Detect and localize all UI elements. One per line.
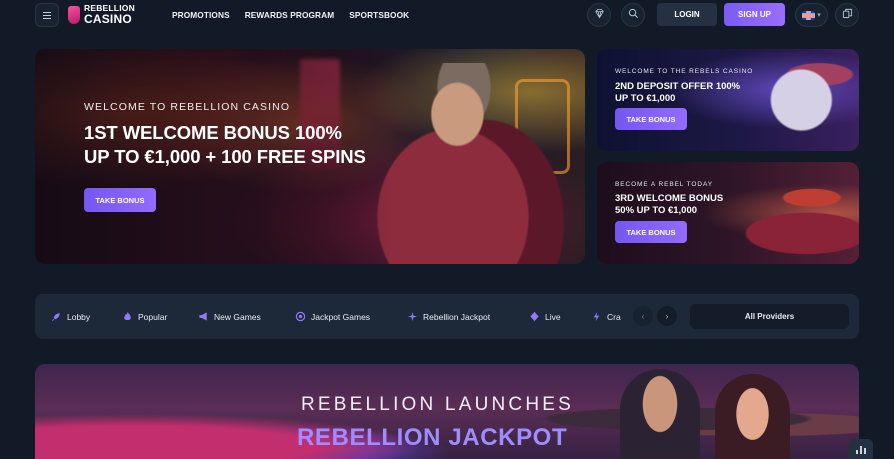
- category-live[interactable]: Live: [529, 311, 561, 322]
- jackpot-icon: [295, 311, 306, 322]
- logo[interactable]: REBELLION CASINO: [68, 4, 135, 25]
- category-jackpot-games[interactable]: Jackpot Games: [295, 311, 370, 322]
- stats-button[interactable]: [849, 439, 873, 459]
- gem-icon: [594, 8, 605, 22]
- all-providers-button[interactable]: All Providers: [690, 304, 849, 329]
- sparkle-icon: [407, 311, 418, 322]
- hero-banner[interactable]: WELCOME TO REBELLION CASINO 1ST WELCOME …: [35, 49, 585, 264]
- category-label: Cra: [607, 311, 621, 322]
- banner-title-line2: REBELLION JACKPOT: [297, 424, 568, 451]
- promo-eyebrow: BECOME A REBEL TODAY: [615, 181, 713, 188]
- nav-rewards-program[interactable]: REWARDS PROGRAM: [245, 10, 335, 20]
- promo-title-line2: 50% UP TO €1,000: [615, 204, 698, 216]
- category-label: New Games: [214, 311, 261, 322]
- menu-button[interactable]: [35, 3, 59, 27]
- category-label: Popular: [138, 311, 168, 322]
- chevron-down-icon: ▾: [817, 12, 821, 19]
- promo-title-line2: UP TO €1,000: [615, 92, 676, 104]
- hero-take-bonus-button[interactable]: TAKE BONUS: [84, 188, 156, 212]
- banner-title-line1: REBELLION LAUNCHES: [301, 394, 575, 415]
- promo-title-line1: 2ND DEPOSIT OFFER 100%: [615, 81, 741, 92]
- chevron-left-icon: ‹: [641, 311, 645, 321]
- search-icon: [628, 8, 639, 22]
- copy-icon: [842, 8, 853, 22]
- search-button[interactable]: [621, 3, 645, 27]
- hero-headline: 1ST WELCOME BONUS 100% UP TO €1,000 + 10…: [84, 121, 366, 169]
- menu-icon: [43, 14, 51, 16]
- signup-button[interactable]: SIGN UP: [724, 3, 785, 26]
- category-label: Lobby: [67, 311, 91, 322]
- category-crash[interactable]: Cra: [591, 311, 621, 322]
- promo-take-bonus-button[interactable]: TAKE BONUS: [615, 108, 687, 130]
- logo-mark-icon: [68, 5, 80, 24]
- category-label: Rebellion Jackpot: [423, 311, 491, 322]
- nav-sportsbook[interactable]: SPORTSBOOK: [349, 10, 409, 20]
- banner-woman-image: [715, 374, 790, 459]
- main-nav: PROMOTIONS REWARDS PROGRAM SPORTSBOOK: [172, 10, 409, 20]
- promo-take-bonus-button[interactable]: TAKE BONUS: [615, 221, 687, 243]
- flame-icon: [122, 311, 133, 322]
- live-icon: [529, 311, 540, 322]
- category-popular[interactable]: Popular: [122, 311, 167, 322]
- category-bar: Lobby Popular New Games Jackpot Games Re…: [35, 294, 859, 339]
- category-label: Jackpot Games: [311, 311, 371, 322]
- scroll-left-button[interactable]: ‹: [633, 306, 653, 326]
- chevron-right-icon: ›: [665, 311, 669, 321]
- category-new-games[interactable]: New Games: [198, 311, 261, 322]
- category-rebellion-jackpot[interactable]: Rebellion Jackpot: [407, 311, 490, 322]
- language-selector[interactable]: ▾: [795, 3, 828, 27]
- bar-chart-icon: [856, 450, 858, 454]
- promo-eyebrow: WELCOME TO THE REBELS CASINO: [615, 68, 754, 75]
- gem-button[interactable]: [587, 3, 611, 27]
- promo-card-2nd-deposit[interactable]: WELCOME TO THE REBELS CASINO 2ND DEPOSIT…: [597, 49, 859, 151]
- nav-promotions[interactable]: PROMOTIONS: [172, 10, 230, 20]
- site-header: REBELLION CASINO PROMOTIONS REWARDS PROG…: [0, 0, 894, 30]
- jackpot-banner[interactable]: REBELLION LAUNCHES REBELLION JACKPOT: [35, 364, 859, 459]
- hero-headline-line1: 1ST WELCOME BONUS 100%: [84, 122, 342, 143]
- hero-headline-line2: UP TO €1,000 + 100 FREE SPINS: [84, 146, 366, 167]
- promo-title: 3RD WELCOME BONUS 50% UP TO €1,000: [615, 193, 723, 216]
- login-button[interactable]: LOGIN: [657, 3, 717, 26]
- megaphone-icon: [198, 311, 209, 322]
- promo-title: 2ND DEPOSIT OFFER 100% UP TO €1,000: [615, 81, 740, 104]
- bolt-icon: [591, 311, 602, 322]
- uk-flag-icon: [802, 10, 816, 20]
- copy-button[interactable]: [835, 3, 859, 27]
- rocket-icon: [51, 311, 62, 322]
- promo-title-line1: 3RD WELCOME BONUS: [615, 193, 724, 204]
- scroll-right-button[interactable]: ›: [657, 306, 677, 326]
- promo-card-3rd-welcome[interactable]: BECOME A REBEL TODAY 3RD WELCOME BONUS 5…: [597, 162, 859, 264]
- hero-eyebrow: WELCOME TO REBELLION CASINO: [84, 101, 291, 113]
- logo-line2: CASINO: [84, 12, 132, 26]
- banner-man-image: [620, 369, 700, 459]
- category-lobby[interactable]: Lobby: [51, 311, 90, 322]
- category-label: Live: [545, 311, 561, 322]
